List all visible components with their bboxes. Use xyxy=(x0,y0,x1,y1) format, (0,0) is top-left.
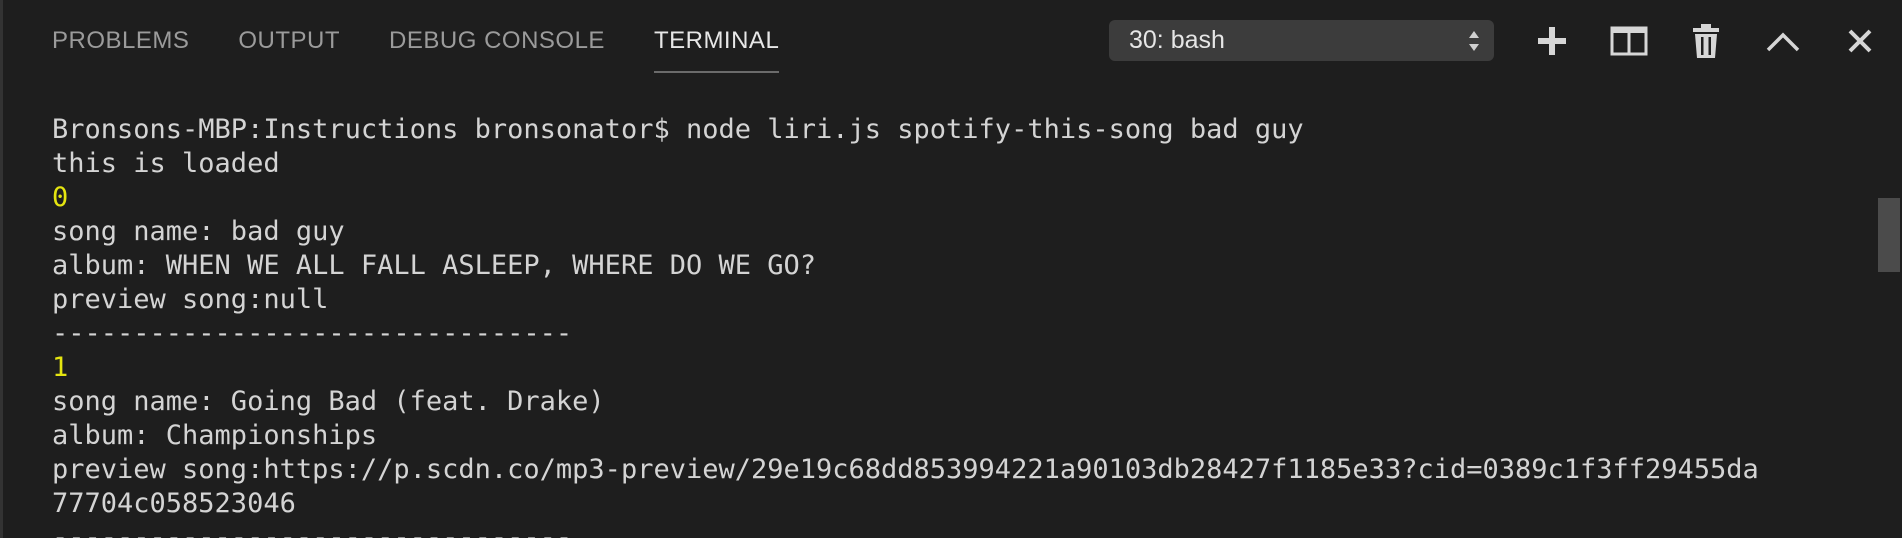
tab-problems[interactable]: PROBLEMS xyxy=(52,0,189,84)
terminal-output[interactable]: Bronsons-MBP:Instructions bronsonator$ n… xyxy=(52,113,1842,538)
terminal-line: -------------------------------- xyxy=(52,318,573,349)
terminal-line: Bronsons-MBP:Instructions bronsonator$ n… xyxy=(52,114,1304,145)
panel-tabs: PROBLEMS OUTPUT DEBUG CONSOLE TERMINAL xyxy=(52,0,828,84)
terminal-line: preview song:null xyxy=(52,284,329,315)
terminal-line: 1 xyxy=(52,352,69,383)
close-icon[interactable] xyxy=(1839,20,1881,62)
terminal-line: song name: Going Bad (feat. Drake) xyxy=(52,386,605,417)
terminal-line: album: Championships xyxy=(52,420,378,451)
split-icon[interactable] xyxy=(1608,20,1650,62)
trash-icon[interactable] xyxy=(1685,20,1727,62)
tab-terminal[interactable]: TERMINAL xyxy=(653,0,780,84)
terminal-line: album: WHEN WE ALL FALL ASLEEP, WHERE DO… xyxy=(52,250,817,281)
panel-header: PROBLEMS OUTPUT DEBUG CONSOLE TERMINAL 3… xyxy=(3,0,1902,84)
terminal-line: -------------------------------- xyxy=(52,522,573,538)
terminal-line: 77704c058523046 xyxy=(52,488,296,519)
terminal-line: preview song:https://p.scdn.co/mp3-previ… xyxy=(52,454,1759,485)
terminal-line: 0 xyxy=(52,182,69,213)
scrollbar[interactable] xyxy=(1876,84,1902,538)
select-arrows-icon xyxy=(1468,28,1480,54)
terminal-select-value: 30: bash xyxy=(1129,26,1225,54)
tab-output[interactable]: OUTPUT xyxy=(238,0,340,84)
scrollbar-thumb[interactable] xyxy=(1878,198,1900,272)
tab-debug-console[interactable]: DEBUG CONSOLE xyxy=(389,0,605,84)
plus-icon[interactable] xyxy=(1531,20,1573,62)
terminal-line: song name: bad guy xyxy=(52,216,345,247)
terminal-panel: PROBLEMS OUTPUT DEBUG CONSOLE TERMINAL 3… xyxy=(0,0,1902,538)
terminal-line: this is loaded xyxy=(52,148,280,179)
chevron-up-icon[interactable] xyxy=(1762,20,1804,62)
terminal-select[interactable]: 30: bash xyxy=(1109,20,1494,61)
